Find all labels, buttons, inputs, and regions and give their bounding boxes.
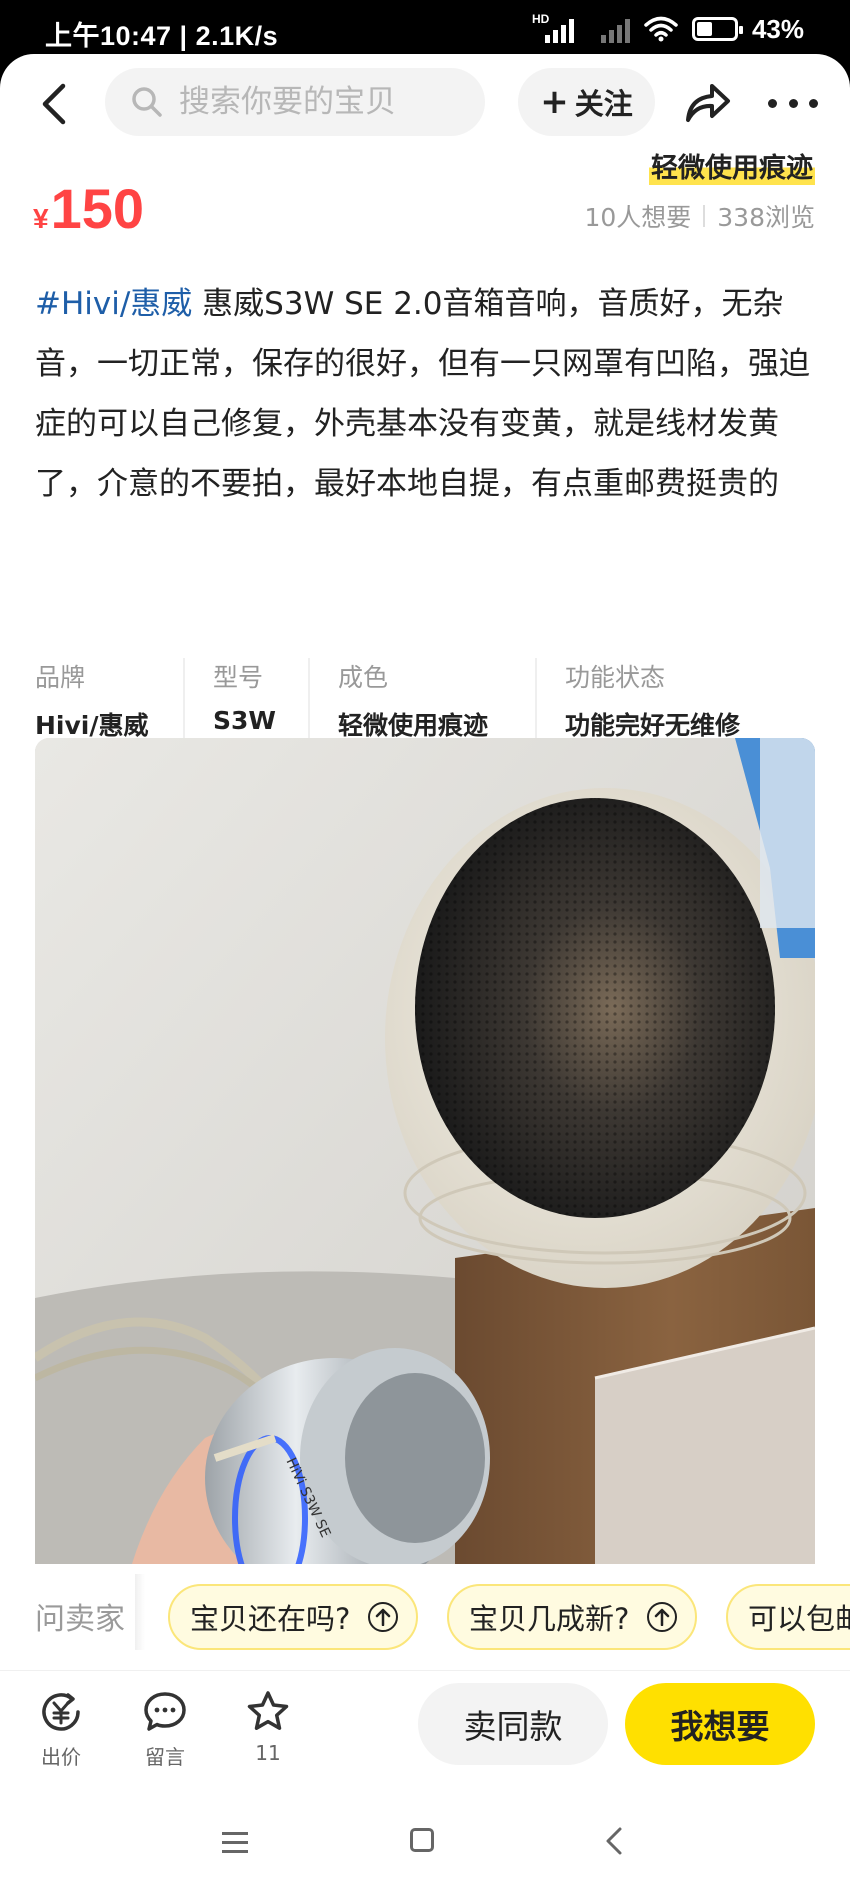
bottom-action-bar: 出价 留言 11 卖同款 我想要 [0, 1670, 850, 1780]
comment-button[interactable]: 留言 [130, 1689, 200, 1770]
item-stats: 10人想要 338浏览 [584, 198, 815, 234]
ask-divider [135, 1574, 145, 1650]
more-button[interactable] [768, 78, 818, 128]
arrow-up-icon [647, 1602, 678, 1632]
favorite-button[interactable]: 11 [233, 1689, 303, 1765]
param-divider [535, 658, 537, 738]
offer-button[interactable]: 出价 [26, 1689, 96, 1770]
recents-nav-button[interactable] [222, 1832, 248, 1859]
battery-percent: 43% [751, 13, 804, 44]
price-currency: ¥ [33, 203, 49, 234]
param-key: 功能状态 [565, 663, 666, 692]
more-dot [809, 98, 818, 108]
param-condition: 成色 轻微使用痕迹 [308, 658, 489, 742]
comment-icon [144, 1692, 186, 1731]
price: ¥ 150 [33, 176, 144, 241]
phone-screen: 上午10:47 | 2.1K/s HD 43% 搜索你要的宝贝 + 关注 轻微使… [0, 0, 850, 1889]
system-nav-bar [0, 1780, 850, 1889]
follow-label: 关注 [574, 87, 633, 121]
item-params: 品牌 Hivi/惠威 型号 S3W 成色 轻微使用痕迹 功能状态 功能完好无维修 [35, 658, 815, 748]
status-time-speed: 上午10:47 | 2.1K/s [45, 21, 279, 51]
wifi-icon [644, 16, 678, 42]
view-count: 338浏览 [717, 203, 815, 232]
star-icon [247, 1691, 289, 1730]
share-button[interactable] [682, 78, 732, 128]
param-key: 型号 [213, 663, 264, 692]
ask-seller-label: 问卖家 [35, 1602, 125, 1637]
favorite-count: 11 [255, 1741, 281, 1765]
param-divider [308, 658, 310, 738]
more-dot [768, 98, 777, 108]
param-key: 成色 [338, 663, 389, 692]
quick-question-chip[interactable]: 可以包邮 [726, 1584, 850, 1650]
more-dot [788, 98, 798, 108]
top-nav: + 关注 [0, 54, 850, 154]
quick-question-chip[interactable]: 宝贝几成新? [447, 1584, 698, 1650]
stats-divider [703, 205, 706, 227]
price-value: 150 [50, 177, 145, 240]
param-value: S3W [213, 706, 276, 735]
back-button[interactable] [30, 76, 78, 132]
item-description: #Hivi/惠威 惠威S3W SE 2.0音箱音响，音质好，无杂音，一切正常，保… [35, 274, 815, 514]
chip-label: 宝贝还在吗? [190, 1602, 351, 1636]
price-offer-icon [42, 1693, 80, 1731]
plus-icon: + [540, 82, 569, 122]
param-key: 品牌 [35, 663, 86, 692]
want-count: 10人想要 [584, 203, 692, 232]
param-model: 型号 S3W [183, 658, 276, 738]
chip-label: 可以包邮 [748, 1602, 850, 1636]
param-divider [183, 658, 185, 738]
share-icon [686, 84, 730, 122]
param-value: Hivi/惠威 [35, 711, 149, 740]
search-box[interactable] [105, 68, 485, 136]
brand-hashtag-link[interactable]: #Hivi/惠威 [35, 286, 192, 322]
search-icon [132, 87, 162, 117]
comment-label: 留言 [145, 1745, 185, 1769]
offer-label: 出价 [41, 1745, 81, 1769]
param-brand: 品牌 Hivi/惠威 [35, 658, 149, 742]
i-want-button[interactable]: 我想要 [625, 1683, 815, 1765]
follow-button[interactable]: + 关注 [518, 68, 655, 136]
status-icons: HD 43% [532, 12, 804, 46]
arrow-up-icon [368, 1602, 399, 1632]
search-input[interactable] [179, 84, 459, 120]
param-value: 轻微使用痕迹 [338, 711, 489, 740]
status-bar: 上午10:47 | 2.1K/s HD 43% [0, 0, 850, 58]
signal-icon-secondary [588, 15, 630, 43]
condition-tag: 轻微使用痕迹 [649, 146, 815, 185]
quick-questions-bar: 问卖家 宝贝还在吗? 宝贝几成新? 可以包邮 [0, 1564, 850, 1670]
param-function: 功能状态 功能完好无维修 [535, 658, 741, 742]
product-photo[interactable]: HiVi S3W SE [35, 738, 815, 1638]
signal-icon: HD [532, 12, 574, 43]
back-nav-button[interactable] [604, 1826, 624, 1856]
chevron-left-icon [42, 83, 66, 125]
battery-icon [691, 17, 743, 41]
chip-label: 宝贝几成新? [469, 1602, 630, 1636]
item-detail-page: + 关注 轻微使用痕迹 ¥ 150 10人想要 338浏览 #Hivi/惠威 惠… [0, 54, 850, 1889]
home-nav-button[interactable] [410, 1828, 434, 1852]
param-value: 功能完好无维修 [565, 711, 741, 740]
speaker-photo-illustration: HiVi S3W SE [35, 738, 815, 1638]
sell-same-button[interactable]: 卖同款 [418, 1683, 608, 1765]
quick-question-chip[interactable]: 宝贝还在吗? [168, 1584, 419, 1650]
